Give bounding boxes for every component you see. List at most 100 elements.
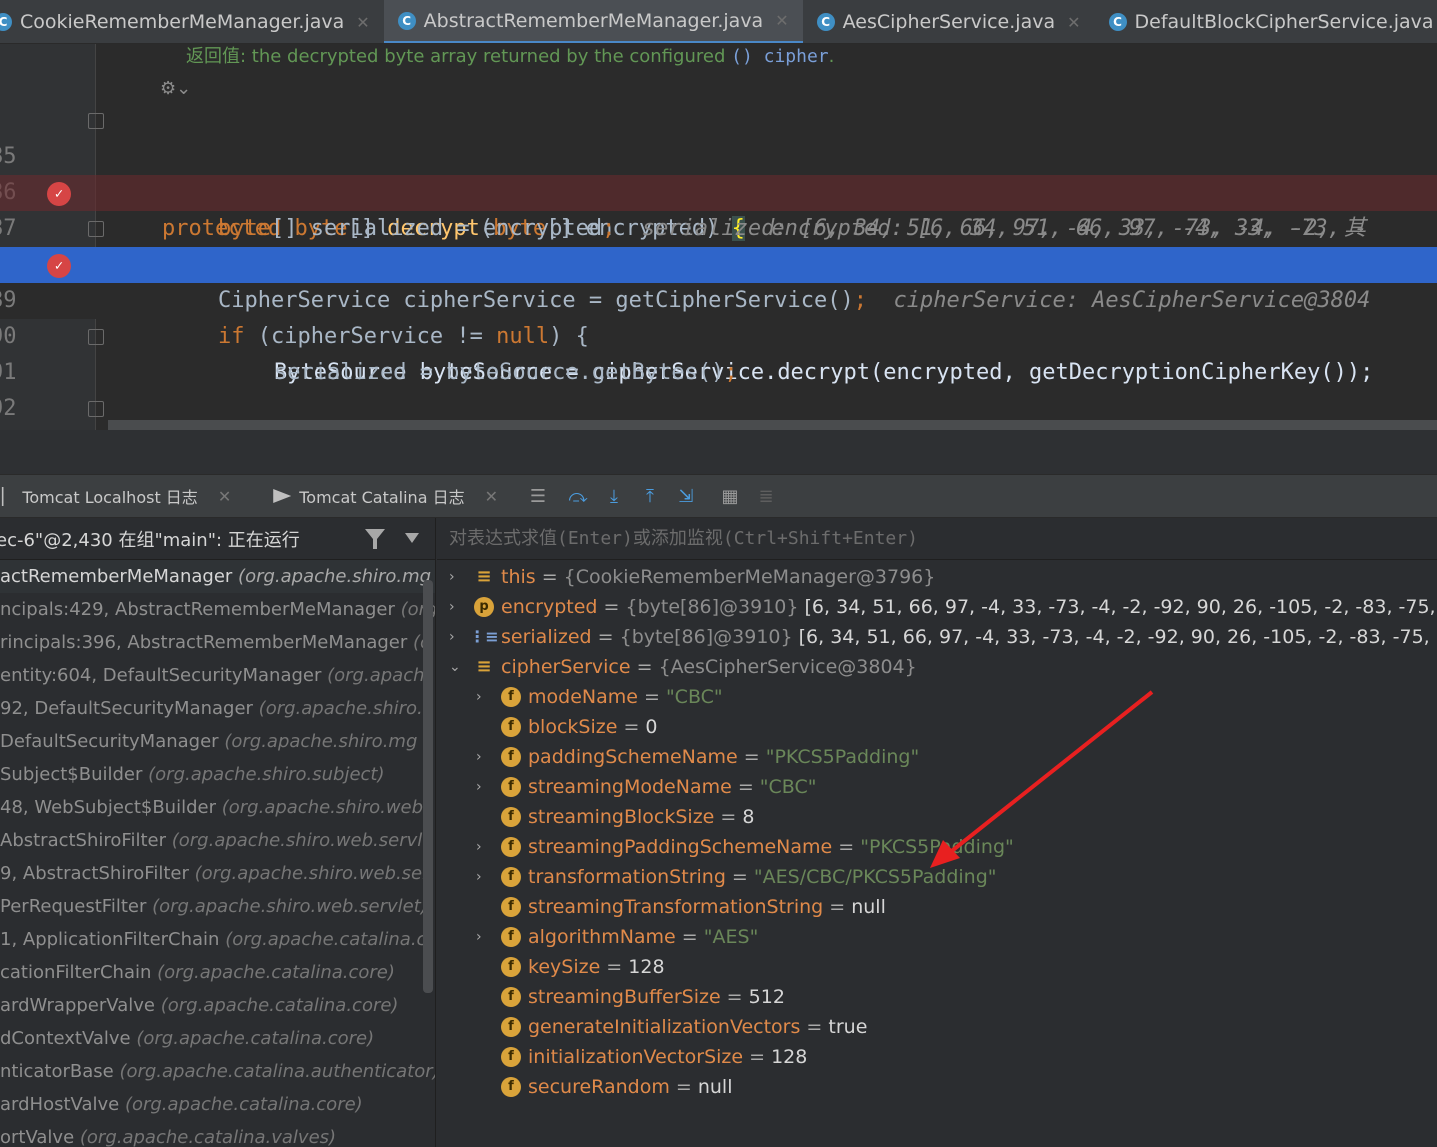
frames-panel: ec-6"@2,430 在组"main": 正在运行 actRememberMe… [0, 518, 436, 1147]
variable-text: streamingModeName = "CBC" [528, 776, 817, 798]
variable-row[interactable]: f generateInitializationVectors = true [437, 1012, 1437, 1042]
frame-row[interactable]: cationFilterChain (org.apache.catalina.c… [0, 956, 435, 989]
frame-method: actRememberMeManager [0, 566, 233, 587]
javadoc-render-icon[interactable]: ⚙⌄ [160, 78, 191, 99]
fold-icon[interactable] [88, 221, 104, 237]
chevron-right-icon[interactable]: › [476, 772, 490, 802]
code-editor[interactable]: 返回值: the decrypted byte array returned b… [0, 44, 1437, 430]
variable-row[interactable]: › f algorithmName = "AES" [437, 922, 1437, 952]
close-icon[interactable]: ✕ [218, 487, 231, 506]
frame-row[interactable]: 92, DefaultSecurityManager (org.apache.s… [0, 692, 435, 725]
thread-selector[interactable]: ec-6"@2,430 在组"main": 正在运行 [0, 518, 435, 560]
code-line-85[interactable]: 85 protected byte[] decrypt(byte[] encry… [0, 103, 1437, 241]
code-line-91[interactable]: 91 } [0, 319, 1437, 385]
code-line-88[interactable]: 88 if (cipherService != null) { [0, 211, 1437, 349]
chevron-down-icon[interactable]: ⌄ [449, 652, 463, 682]
frame-row[interactable]: dContextValve (org.apache.catalina.core) [0, 1022, 435, 1055]
frame-row[interactable]: entity:604, DefaultSecurityManager (org.… [0, 659, 435, 692]
variable-row[interactable]: f streamingBufferSize = 512 [437, 982, 1437, 1012]
variable-text: initializationVectorSize = 128 [528, 1046, 808, 1068]
frame-row[interactable]: 1, ApplicationFilterChain (org.apache.ca… [0, 923, 435, 956]
chevron-right-icon[interactable]: › [476, 832, 490, 862]
close-icon[interactable]: ✕ [775, 11, 788, 30]
close-icon[interactable]: ✕ [485, 487, 498, 506]
frame-row[interactable]: PerRequestFilter (org.apache.shiro.web.s… [0, 890, 435, 923]
chevron-down-icon[interactable] [405, 533, 419, 543]
code-line-92[interactable]: 92 return serialized; [0, 355, 1437, 421]
frame-row[interactable]: AbstractShiroFilter (org.apache.shiro.we… [0, 824, 435, 857]
run-to-cursor-icon[interactable]: ⇲ [668, 481, 704, 511]
tab-default-block-cipher-service[interactable]: C DefaultBlockCipherService.java ✕ [1095, 0, 1437, 43]
chevron-right-icon[interactable]: › [449, 562, 463, 592]
variable-row[interactable]: › f streamingPaddingSchemeName = "PKCS5Pad… [437, 832, 1437, 862]
tab-tomcat-catalina-log[interactable]: Tomcat Catalina 日志 ✕ [263, 484, 508, 508]
frame-row[interactable]: ortValve (org.apache.catalina.valves) [0, 1121, 435, 1147]
chevron-right-icon[interactable]: › [476, 922, 490, 952]
evaluate-expression-input[interactable]: 对表达式求值(Enter)或添加监视(Ctrl+Shift+Enter) [437, 518, 1437, 560]
frame-row[interactable]: ardWrapperValve (org.apache.catalina.cor… [0, 989, 435, 1022]
trace-icon[interactable]: ≣ [748, 481, 784, 511]
frame-row[interactable]: ardHostValve (org.apache.catalina.core) [0, 1088, 435, 1121]
variable-row[interactable]: f keySize = 128 [437, 952, 1437, 982]
editor-horizontal-scrollbar[interactable] [108, 420, 1437, 430]
frame-row[interactable]: ncipals:429, AbstractRememberMeManager (… [0, 593, 435, 626]
variable-name: streamingTransformationString [528, 896, 824, 918]
close-icon[interactable]: ✕ [356, 13, 369, 32]
tab-cookie-remember-me-manager[interactable]: C CookieRememberMeManager.java ✕ [0, 0, 384, 43]
variable-row[interactable]: › p encrypted = {byte[86]@3910} [6, 34, 51… [437, 592, 1437, 622]
variable-row[interactable]: f secureRandom = null [437, 1072, 1437, 1102]
chevron-right-icon[interactable]: › [476, 862, 490, 892]
frame-row[interactable]: 48, WebSubject$Builder (org.apache.shiro… [0, 791, 435, 824]
editor-tab-bar: C CookieRememberMeManager.java ✕ C Abstr… [0, 0, 1437, 44]
breakpoint-icon[interactable]: ✓ [47, 182, 71, 206]
frame-row[interactable]: Subject$Builder (org.apache.shiro.subjec… [0, 758, 435, 791]
frame-row[interactable]: actRememberMeManager (org.apache.shiro.m… [0, 560, 435, 593]
variable-row[interactable]: › f transformationString = "AES/CBC/PKCS5P… [437, 862, 1437, 892]
tab-tomcat-localhost-log[interactable]: ▏ Tomcat Localhost 日志 ✕ [0, 484, 241, 508]
variable-row[interactable]: › ⋮≡ serialized = {byte[86]@3910} [6, 34, … [437, 622, 1437, 652]
fold-icon[interactable] [88, 329, 104, 345]
code-line-90[interactable]: 90 serialized = byteSource.getBytes(); [0, 283, 1437, 385]
code-line-89-current[interactable]: 89 ✓ ByteSource byteSource = cipherServi… [0, 247, 1437, 385]
frames-scrollbar[interactable] [423, 580, 433, 993]
evaluate-expression-icon[interactable]: ▦ [712, 481, 748, 511]
variable-value: "CBC" [759, 776, 817, 798]
fold-icon[interactable] [88, 401, 104, 417]
variable-row[interactable]: f blockSize = 0 [437, 712, 1437, 742]
filter-icon[interactable] [365, 529, 385, 549]
variable-row[interactable]: ⌄ ≡ cipherService = {AesCipherService@3804… [437, 652, 1437, 682]
variable-row[interactable]: f streamingTransformationString = null [437, 892, 1437, 922]
variable-text: streamingTransformationString = null [528, 896, 886, 918]
frame-row[interactable]: nticatorBase (org.apache.catalina.authen… [0, 1055, 435, 1088]
step-over-icon[interactable]: ⤼ [560, 481, 596, 511]
variable-value: 0 [645, 716, 658, 738]
variable-row[interactable]: › ≡ this = {CookieRememberMeManager@3796} [437, 562, 1437, 592]
menu-icon[interactable]: ☰ [520, 481, 556, 511]
chevron-right-icon[interactable]: › [449, 622, 463, 652]
frame-method: 9, AbstractShiroFilter [0, 863, 189, 884]
tab-abstract-remember-me-manager[interactable]: C AbstractRememberMeManager.java ✕ [383, 0, 803, 43]
chevron-right-icon[interactable]: › [476, 742, 490, 772]
step-out-icon[interactable]: ⤒ [632, 481, 668, 511]
field-icon: f [501, 927, 521, 947]
chevron-right-icon[interactable]: › [449, 592, 463, 622]
breakpoint-icon[interactable]: ✓ [47, 254, 71, 278]
field-icon: f [501, 1077, 521, 1097]
chevron-right-icon[interactable]: › [476, 682, 490, 712]
tab-aes-cipher-service[interactable]: C AesCipherService.java ✕ [803, 0, 1095, 43]
frame-row[interactable]: 9, AbstractShiroFilter (org.apache.shiro… [0, 857, 435, 890]
frame-row[interactable]: DefaultSecurityManager (org.apache.shiro… [0, 725, 435, 758]
variable-row[interactable]: f streamingBlockSize = 8 [437, 802, 1437, 832]
close-icon[interactable]: ✕ [1067, 13, 1080, 32]
variable-row[interactable]: › f paddingSchemeName = "PKCS5Padding" [437, 742, 1437, 772]
fold-icon[interactable] [88, 113, 104, 129]
variable-row[interactable]: f initializationVectorSize = 128 [437, 1042, 1437, 1072]
variable-row[interactable]: › f modeName = "CBC" [437, 682, 1437, 712]
variable-text: algorithmName = "AES" [528, 926, 759, 948]
code-line-87[interactable]: 87 ✓ CipherService cipherService = getCi… [0, 175, 1437, 313]
frame-row[interactable]: rincipals:396, AbstractRememberMeManager… [0, 626, 435, 659]
code-line-86[interactable]: 86 byte[] serialized = encrypted; serial… [0, 139, 1437, 241]
frame-method: 48, WebSubject$Builder [0, 797, 216, 818]
variable-row[interactable]: › f streamingModeName = "CBC" [437, 772, 1437, 802]
step-into-icon[interactable]: ⤓ [596, 481, 632, 511]
